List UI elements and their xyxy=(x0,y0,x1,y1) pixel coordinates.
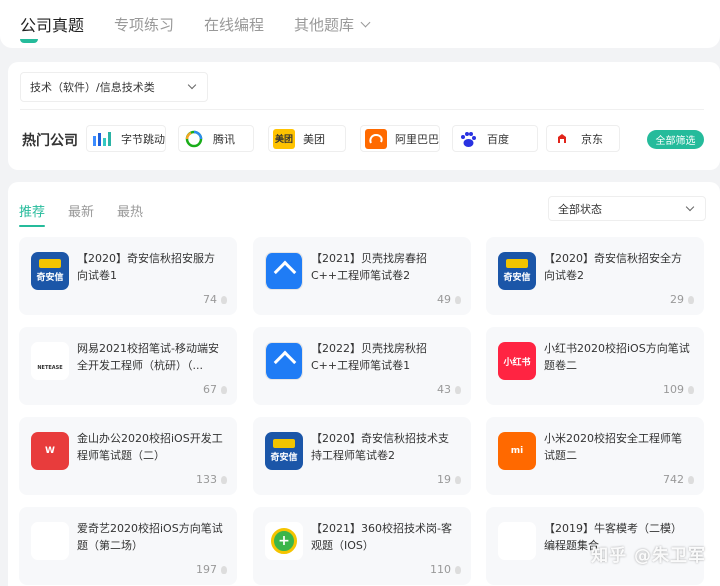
tencent-logo-icon xyxy=(183,129,205,149)
divider xyxy=(20,109,704,110)
qianxin-logo-icon: 奇安信 xyxy=(265,432,303,470)
status-select[interactable]: 全部状态 xyxy=(548,196,706,221)
exam-card-title: 【2022】贝壳找房秋招C++工程师笔试卷1 xyxy=(311,342,427,372)
fire-icon xyxy=(455,295,461,304)
exam-card-count: 74 xyxy=(203,293,227,306)
xiaomi-logo-icon: mi xyxy=(498,432,536,470)
chevron-down-icon xyxy=(187,80,197,90)
exam-card[interactable]: QIYI 爱奇艺 爱奇艺2020校招iOS方向笔试题（第二场） 197 xyxy=(19,507,237,585)
category-select[interactable]: 技术（软件）/信息技术类 xyxy=(20,72,208,102)
fire-icon xyxy=(455,385,461,394)
exam-card-count: 197 xyxy=(196,563,227,576)
chevron-down-icon xyxy=(360,17,371,27)
tab-company-exams[interactable]: 公司真题 xyxy=(20,12,85,43)
exam-card-count: 29 xyxy=(670,293,694,306)
alibaba-logo-icon xyxy=(365,128,387,149)
exam-card[interactable]: 奇安信 【2020】奇安信秋招安服方向试卷1 74 xyxy=(19,237,237,315)
exam-card-count: 110 xyxy=(430,563,461,576)
fire-icon xyxy=(221,475,227,484)
tab-label: 专项练习 xyxy=(114,15,175,34)
company-bytedance[interactable]: 字节跳动 xyxy=(86,125,166,152)
company-label: 字节跳动 xyxy=(121,132,165,146)
hot-companies-label: 热门公司 xyxy=(22,133,78,149)
fire-icon xyxy=(221,295,227,304)
exam-card[interactable]: 小红书 小红书2020校招iOS方向笔试题卷二 109 xyxy=(486,327,704,405)
fire-icon xyxy=(688,295,694,304)
qianxin-logo-icon: 奇安信 xyxy=(31,252,69,290)
exam-card-title: 【2021】贝壳找房春招C++工程师笔试卷2 xyxy=(311,252,427,282)
company-meituan[interactable]: 美团 美团 xyxy=(268,125,346,152)
beike-logo-icon xyxy=(265,252,303,290)
exam-card-count: 133 xyxy=(196,473,227,486)
tab-label: 其他题库 xyxy=(294,15,355,34)
exam-card-count: 49 xyxy=(437,293,461,306)
exam-card[interactable]: 【2021】贝壳找房春招C++工程师笔试卷2 49 xyxy=(253,237,471,315)
360-logo-icon: + xyxy=(265,522,303,560)
exam-list-panel: 推荐 最新 最热 全部状态 奇安信 【2020】奇安信秋招安服方向试卷1 74 … xyxy=(8,182,720,586)
tab-topic-practice[interactable]: 专项练习 xyxy=(114,14,174,35)
company-tencent[interactable]: 腾讯 xyxy=(178,125,254,152)
baidu-logo-icon xyxy=(457,129,479,149)
company-label: 美团 xyxy=(303,132,325,146)
fire-icon xyxy=(455,475,461,484)
all-filter-button[interactable]: 全部筛选 xyxy=(647,130,704,149)
exam-card-title: 【2020】奇安信秋招安服方向试卷1 xyxy=(77,252,215,282)
tab-online-coding[interactable]: 在线编程 xyxy=(204,14,264,35)
netease-logo-icon: 網易 NETEASE xyxy=(31,342,69,380)
tab-other-banks[interactable]: 其他题库 xyxy=(294,14,371,35)
top-nav: 公司真题 专项练习 在线编程 其他题库 xyxy=(0,0,720,48)
fire-icon xyxy=(688,475,694,484)
company-alibaba[interactable]: 阿里巴巴 xyxy=(360,125,440,152)
nowcoder-logo-icon: {☺} xyxy=(498,522,536,560)
meituan-logo-icon: 美团 xyxy=(273,128,295,149)
tab-label: 在线编程 xyxy=(204,15,265,34)
fire-icon xyxy=(221,385,227,394)
filter-panel: 技术（软件）/信息技术类 热门公司 字节跳动 腾讯 美团 美团 阿里巴巴 百度 xyxy=(8,62,720,170)
xiaohongshu-logo-icon: 小红书 xyxy=(498,342,536,380)
exam-card[interactable]: 【2022】贝壳找房秋招C++工程师笔试卷1 43 xyxy=(253,327,471,405)
tab-recommended[interactable]: 推荐 xyxy=(19,201,46,227)
status-select-value: 全部状态 xyxy=(558,202,602,216)
exam-card-count: 67 xyxy=(203,383,227,396)
exam-card-count: 109 xyxy=(663,383,694,396)
exam-card-title: 爱奇艺2020校招iOS方向笔试题（第二场） xyxy=(77,522,223,552)
exam-card-count: 19 xyxy=(437,473,461,486)
category-select-value: 技术（软件）/信息技术类 xyxy=(30,81,155,94)
exam-card[interactable]: + 【2021】360校招技术岗-客观题（IOS） 110 xyxy=(253,507,471,585)
fire-icon xyxy=(688,385,694,394)
watermark: 知乎 @朱卫军 xyxy=(591,546,706,566)
exam-card-title: 【2020】奇安信秋招安全方向试卷2 xyxy=(544,252,682,282)
company-label: 腾讯 xyxy=(213,132,235,146)
exam-card[interactable]: mi 小米2020校招安全工程师笔试题二 742 xyxy=(486,417,704,495)
exam-card[interactable]: 奇安信 【2020】奇安信秋招安全方向试卷2 29 xyxy=(486,237,704,315)
qianxin-logo-icon: 奇安信 xyxy=(498,252,536,290)
exam-card-title: 小米2020校招安全工程师笔试题二 xyxy=(544,432,682,462)
exam-card-count: 43 xyxy=(437,383,461,396)
fire-icon xyxy=(221,565,227,574)
company-baidu[interactable]: 百度 xyxy=(452,125,538,152)
bytedance-logo-icon xyxy=(91,129,113,149)
exam-card-count: 742 xyxy=(663,473,694,486)
beike-logo-icon xyxy=(265,342,303,380)
exam-card[interactable]: W 金山办公2020校招iOS开发工程师笔试题（二） 133 xyxy=(19,417,237,495)
exam-card-title: 金山办公2020校招iOS开发工程师笔试题（二） xyxy=(77,432,223,462)
exam-card-title: 【2021】360校招技术岗-客观题（IOS） xyxy=(311,522,452,552)
chevron-down-icon xyxy=(685,202,695,212)
fire-icon xyxy=(455,565,461,574)
company-label: 百度 xyxy=(487,132,509,146)
company-jd[interactable]: 京东 xyxy=(546,125,620,152)
jd-logo-icon xyxy=(551,129,573,149)
company-label: 阿里巴巴 xyxy=(395,132,439,146)
exam-card-title: 【2020】奇安信秋招技术支持工程师笔试卷2 xyxy=(311,432,449,462)
tab-newest[interactable]: 最新 xyxy=(68,201,94,220)
iqiyi-logo-icon: QIYI 爱奇艺 xyxy=(31,522,69,560)
company-label: 京东 xyxy=(581,132,603,146)
tab-hottest[interactable]: 最热 xyxy=(117,201,143,220)
exam-card-title: 网易2021校招笔试-移动端安全开发工程师（杭研）（... xyxy=(77,342,219,372)
exam-card[interactable]: 奇安信 【2020】奇安信秋招技术支持工程师笔试卷2 19 xyxy=(253,417,471,495)
wps-logo-icon: W xyxy=(31,432,69,470)
tab-label: 公司真题 xyxy=(20,16,85,35)
exam-card-title: 小红书2020校招iOS方向笔试题卷二 xyxy=(544,342,690,372)
exam-card[interactable]: 網易 NETEASE 网易2021校招笔试-移动端安全开发工程师（杭研）（... … xyxy=(19,327,237,405)
